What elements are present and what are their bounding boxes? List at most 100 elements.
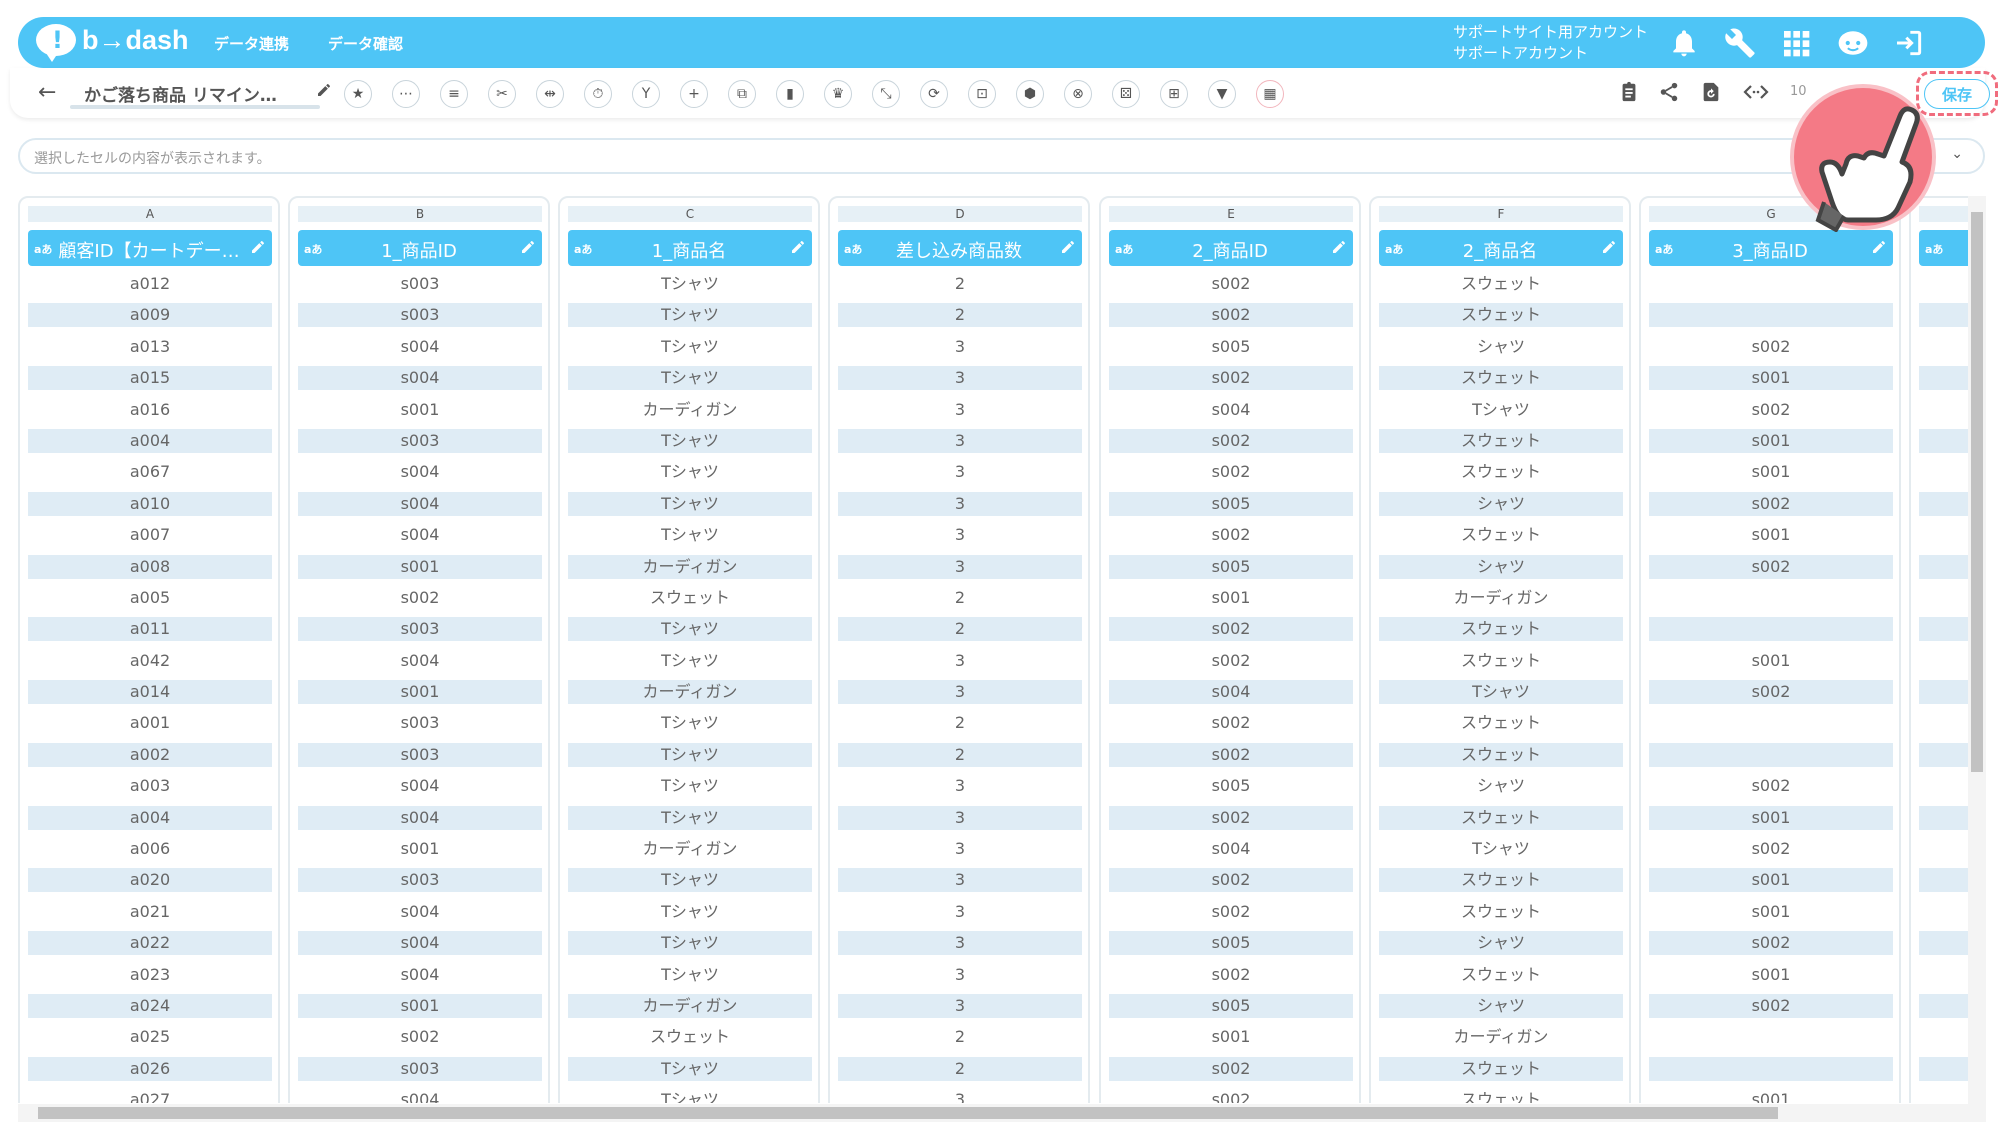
- table-cell[interactable]: s002: [1109, 460, 1353, 484]
- column-header[interactable]: aあ 顧客ID【カートデー…: [28, 230, 272, 266]
- table-cell[interactable]: s002: [1649, 680, 1893, 705]
- table-cell[interactable]: [1649, 1056, 1893, 1081]
- table-cell[interactable]: s004: [298, 366, 542, 391]
- table-cell[interactable]: Tシャツ: [568, 742, 812, 767]
- table-cell[interactable]: 3: [838, 554, 1082, 579]
- table-cell[interactable]: s001: [1649, 963, 1893, 987]
- table-cell[interactable]: [1649, 272, 1893, 296]
- table-cell[interactable]: a042: [28, 649, 272, 673]
- cut-scissors-icon[interactable]: ✂: [488, 80, 516, 108]
- table-cell[interactable]: カーディガン: [568, 993, 812, 1018]
- table-cell[interactable]: 3: [838, 837, 1082, 861]
- column-letter[interactable]: F: [1379, 206, 1623, 222]
- lock-icon[interactable]: ⊡: [968, 80, 996, 108]
- table-cell[interactable]: スウェット: [1379, 1088, 1623, 1103]
- table-cell[interactable]: s001: [298, 837, 542, 861]
- table-cell[interactable]: 2: [838, 1056, 1082, 1081]
- table-cell[interactable]: [1919, 1088, 1973, 1103]
- crown-icon[interactable]: ♛: [824, 80, 852, 108]
- table-cell[interactable]: スウェット: [1379, 272, 1623, 296]
- table-cell[interactable]: スウェット: [1379, 1056, 1623, 1081]
- table-cell[interactable]: a002: [28, 742, 272, 767]
- table-cell[interactable]: シャツ: [1379, 774, 1623, 798]
- table-cell[interactable]: s003: [298, 742, 542, 767]
- table-cell[interactable]: 2: [838, 617, 1082, 642]
- table-cell[interactable]: s004: [298, 900, 542, 924]
- table-cell[interactable]: a008: [28, 554, 272, 579]
- table-cell[interactable]: s003: [298, 272, 542, 296]
- table-cell[interactable]: Tシャツ: [568, 963, 812, 987]
- table-cell[interactable]: a024: [28, 993, 272, 1018]
- text-lines-icon[interactable]: ≡: [440, 80, 468, 108]
- column-header[interactable]: aあ: [1919, 230, 1973, 266]
- table-cell[interactable]: s001: [1649, 805, 1893, 830]
- table-cell[interactable]: s002: [1109, 1088, 1353, 1103]
- table-cell[interactable]: s001: [1649, 649, 1893, 673]
- horizontal-scroll-thumb[interactable]: [38, 1107, 1778, 1119]
- table-cell[interactable]: Tシャツ: [568, 335, 812, 359]
- table-cell[interactable]: s002: [298, 1025, 542, 1049]
- table-cell[interactable]: 3: [838, 805, 1082, 830]
- table-cell[interactable]: Tシャツ: [568, 272, 812, 296]
- table-cell[interactable]: a025: [28, 1025, 272, 1049]
- table-cell[interactable]: [1919, 742, 1973, 767]
- table-cell[interactable]: 3: [838, 523, 1082, 547]
- column-letter[interactable]: C: [568, 206, 812, 222]
- table-cell[interactable]: Tシャツ: [568, 366, 812, 391]
- table-cell[interactable]: 3: [838, 931, 1082, 956]
- share-icon[interactable]: [1658, 80, 1680, 109]
- table-cell[interactable]: シャツ: [1379, 335, 1623, 359]
- table-cell[interactable]: s003: [298, 711, 542, 735]
- table-cell[interactable]: Tシャツ: [568, 711, 812, 735]
- table-cell[interactable]: Tシャツ: [568, 491, 812, 516]
- table-cell[interactable]: Tシャツ: [568, 523, 812, 547]
- table-cell[interactable]: [1919, 398, 1973, 422]
- table-cell[interactable]: [1919, 711, 1973, 735]
- table-cell[interactable]: 2: [838, 272, 1082, 296]
- table-cell[interactable]: s004: [298, 335, 542, 359]
- table-cell[interactable]: [1649, 1025, 1893, 1049]
- table-cell[interactable]: a005: [28, 586, 272, 610]
- table-cell[interactable]: Tシャツ: [568, 460, 812, 484]
- table-cell[interactable]: スウェット: [1379, 523, 1623, 547]
- table-cell[interactable]: [1919, 586, 1973, 610]
- table-cell[interactable]: スウェット: [1379, 742, 1623, 767]
- table-cell[interactable]: s002: [1649, 837, 1893, 861]
- table-cell[interactable]: Tシャツ: [568, 774, 812, 798]
- more-dots-icon[interactable]: ⋯: [392, 80, 420, 108]
- table-cell[interactable]: a021: [28, 900, 272, 924]
- table-cell[interactable]: s004: [1109, 680, 1353, 705]
- table-cell[interactable]: スウェット: [1379, 711, 1623, 735]
- calendar-icon[interactable]: ▦: [1256, 80, 1284, 108]
- cancel-circle-icon[interactable]: ⊗: [1064, 80, 1092, 108]
- support-chat-icon[interactable]: [1836, 27, 1868, 59]
- table-cell[interactable]: s004: [298, 523, 542, 547]
- frame-icon[interactable]: ⊞: [1160, 80, 1188, 108]
- table-cell[interactable]: スウェット: [568, 586, 812, 610]
- edit-column-icon[interactable]: [520, 239, 536, 259]
- table-cell[interactable]: s002: [1109, 711, 1353, 735]
- table-cell[interactable]: カーディガン: [1379, 1025, 1623, 1049]
- timer-icon[interactable]: ⏱: [584, 80, 612, 108]
- table-cell[interactable]: 3: [838, 963, 1082, 987]
- table-cell[interactable]: [1919, 805, 1973, 830]
- table-cell[interactable]: シャツ: [1379, 931, 1623, 956]
- table-cell[interactable]: Tシャツ: [568, 868, 812, 893]
- table-cell[interactable]: カーディガン: [568, 837, 812, 861]
- edit-column-icon[interactable]: [1871, 239, 1887, 259]
- column-header[interactable]: aあ 1_商品名: [568, 230, 812, 266]
- table-cell[interactable]: スウェット: [1379, 805, 1623, 830]
- table-cell[interactable]: s001: [1649, 868, 1893, 893]
- table-cell[interactable]: s002: [1109, 366, 1353, 391]
- table-cell[interactable]: Tシャツ: [568, 649, 812, 673]
- chevron-down-icon[interactable]: ⌄: [1951, 146, 1963, 162]
- table-cell[interactable]: s005: [1109, 554, 1353, 579]
- table-cell[interactable]: [1919, 868, 1973, 893]
- table-cell[interactable]: スウェット: [1379, 617, 1623, 642]
- clipboard-icon[interactable]: [1618, 80, 1640, 109]
- table-cell[interactable]: シャツ: [1379, 491, 1623, 516]
- edit-title-icon[interactable]: [316, 82, 332, 102]
- table-cell[interactable]: s001: [298, 398, 542, 422]
- table-cell[interactable]: スウェット: [1379, 303, 1623, 328]
- table-cell[interactable]: 3: [838, 398, 1082, 422]
